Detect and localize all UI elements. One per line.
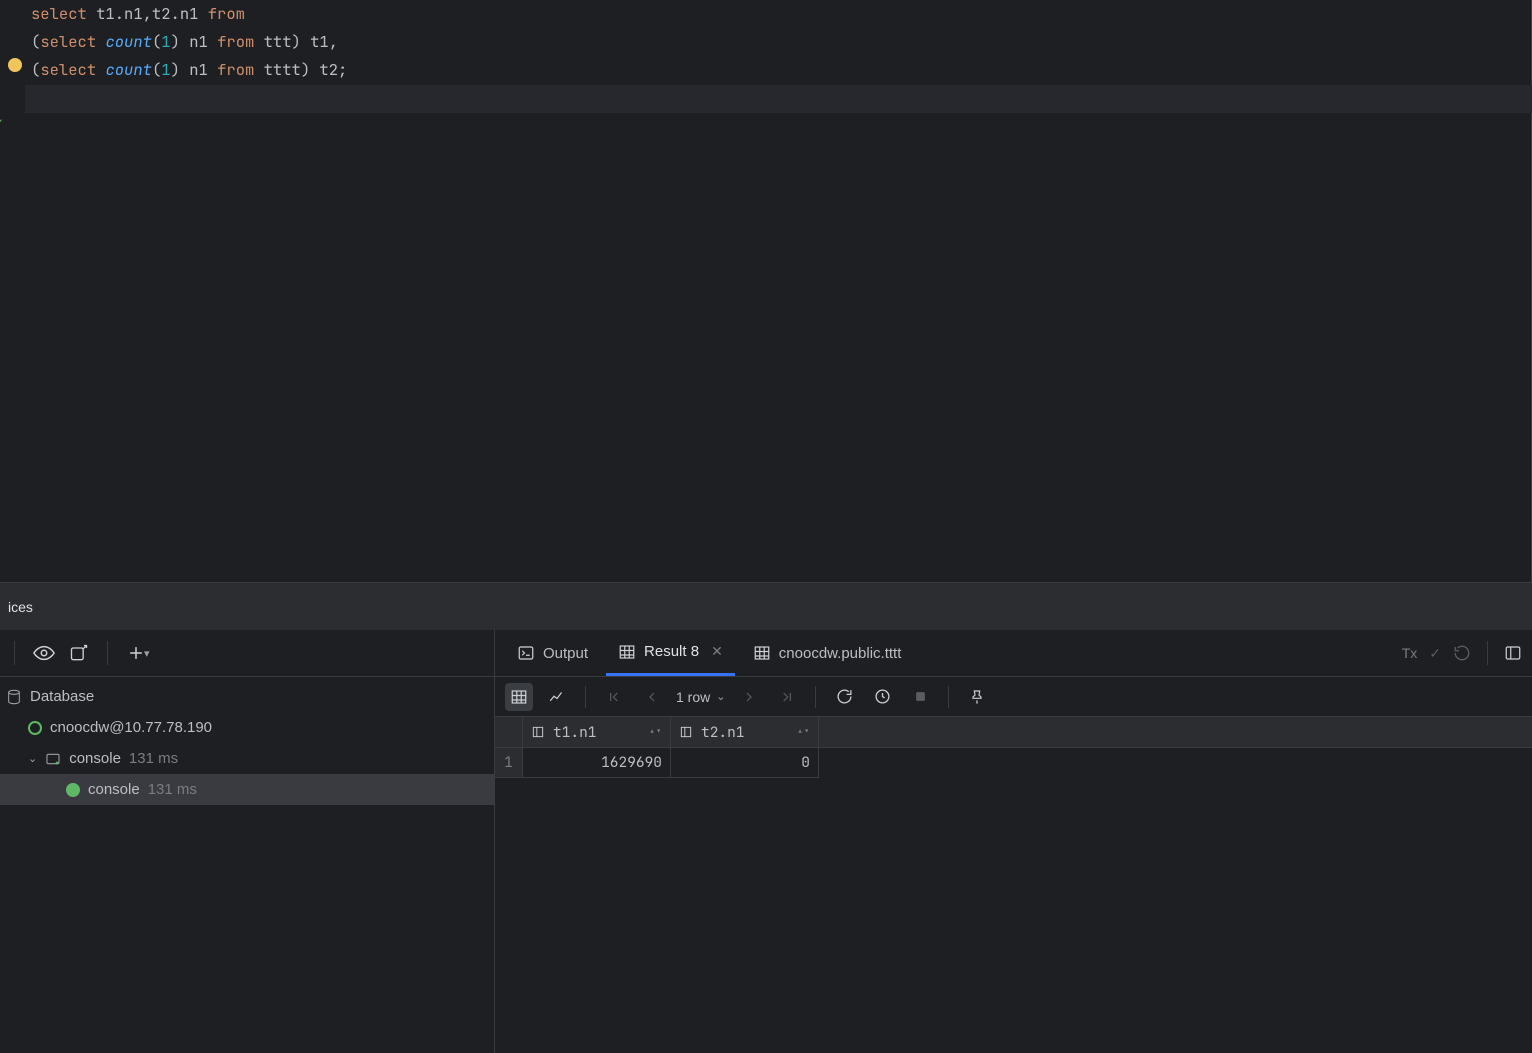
sort-icon[interactable]: ▴▾ — [649, 729, 662, 736]
sort-icon[interactable]: ▴▾ — [797, 729, 810, 736]
result-grid: t1.n1 ▴▾ t2.n1 ▴▾ 1 1629690 0 — [495, 717, 1532, 778]
status-ok-icon — [28, 721, 42, 735]
tab-output-label: Output — [543, 645, 588, 662]
row-count-label: 1 row — [676, 689, 710, 705]
status-ok-dot-icon — [66, 783, 80, 797]
database-icon — [6, 689, 22, 705]
services-tree: Database cnoocdw@10.77.78.190 ⌄ console … — [0, 677, 494, 809]
tree-root-database[interactable]: Database — [0, 681, 494, 712]
editor-pane: ✓ select t1.n1,t2.n1 from(select count(1… — [0, 0, 1532, 583]
grid-header: t1.n1 ▴▾ t2.n1 ▴▾ — [495, 717, 1532, 748]
tab-table[interactable]: cnoocdw.public.tttt — [741, 630, 914, 676]
grid-col1-label: t1.n1 — [553, 723, 597, 742]
tx-label[interactable]: Tx — [1402, 645, 1418, 661]
tree-folder-label: console — [69, 750, 121, 767]
next-page-button[interactable] — [735, 683, 763, 711]
chevron-down-icon: ⌄ — [716, 690, 725, 703]
services-left-pane: ▾ Database cnoocdw@10.77.78.190 ⌄ — [0, 630, 495, 1053]
editor-gutter: ✓ — [0, 0, 25, 582]
grid-col-header[interactable]: t2.n1 ▴▾ — [671, 717, 819, 747]
result-tabs: Output Result 8 ✕ cnoocdw.public.tttt Tx… — [495, 630, 1532, 677]
plus-icon[interactable]: ▾ — [126, 643, 150, 663]
table-icon — [753, 644, 771, 662]
grid-col-header[interactable]: t1.n1 ▴▾ — [523, 717, 671, 747]
grid-rownum: 1 — [495, 748, 523, 778]
prev-page-button[interactable] — [638, 683, 666, 711]
grid-corner — [495, 717, 523, 747]
grid-row[interactable]: 1 1629690 0 — [495, 748, 1532, 778]
tree-folder-console[interactable]: ⌄ console 131 ms — [0, 743, 494, 774]
services-left-toolbar: ▾ — [0, 630, 494, 677]
tree-connection[interactable]: cnoocdw@10.77.78.190 — [0, 712, 494, 743]
chevron-down-icon[interactable]: ⌄ — [28, 752, 37, 765]
tree-item-ms: 131 ms — [148, 781, 197, 798]
tree-root-label: Database — [30, 688, 94, 705]
rollback-icon[interactable] — [1453, 644, 1471, 662]
history-button[interactable] — [868, 683, 896, 711]
eye-icon[interactable] — [33, 642, 55, 664]
grid-cell[interactable]: 1629690 — [523, 748, 671, 778]
checkmark-icon: ✓ — [0, 116, 4, 130]
services-panel-title: ices — [8, 599, 33, 615]
grid-col2-label: t2.n1 — [701, 723, 745, 742]
tab-right-tools: Tx ✓ — [1402, 641, 1522, 665]
tree-folder-ms: 131 ms — [129, 750, 178, 767]
tab-output[interactable]: Output — [505, 630, 600, 676]
column-icon — [679, 725, 693, 739]
services-panel-header: ices — [0, 583, 1532, 630]
grid-cell[interactable]: 0 — [671, 748, 819, 778]
row-count[interactable]: 1 row ⌄ — [676, 689, 725, 705]
tree-connection-label: cnoocdw@10.77.78.190 — [50, 719, 212, 736]
layout-icon[interactable] — [1504, 644, 1522, 662]
last-page-button[interactable] — [773, 683, 801, 711]
new-tab-icon[interactable] — [69, 643, 89, 663]
services-right-pane: Output Result 8 ✕ cnoocdw.public.tttt Tx… — [495, 630, 1532, 1053]
services-panel-body: ▾ Database cnoocdw@10.77.78.190 ⌄ — [0, 630, 1532, 1053]
terminal-icon — [517, 644, 535, 662]
stop-button[interactable] — [906, 683, 934, 711]
tab-result-label: Result 8 — [644, 643, 699, 660]
close-icon[interactable]: ✕ — [711, 643, 723, 660]
console-folder-icon — [45, 751, 61, 767]
tree-item-console[interactable]: console 131 ms — [0, 774, 494, 805]
table-view-button[interactable] — [505, 683, 533, 711]
refresh-button[interactable] — [830, 683, 858, 711]
grid-toolbar: 1 row ⌄ — [495, 677, 1532, 717]
pin-button[interactable] — [963, 683, 991, 711]
table-icon — [618, 643, 636, 661]
lightbulb-icon[interactable] — [8, 58, 22, 72]
tab-result[interactable]: Result 8 ✕ — [606, 630, 735, 676]
column-icon — [531, 725, 545, 739]
tab-table-label: cnoocdw.public.tttt — [779, 645, 902, 662]
commit-check-icon[interactable]: ✓ — [1429, 645, 1441, 662]
code-area[interactable]: select t1.n1,t2.n1 from(select count(1) … — [25, 0, 1532, 582]
chart-view-button[interactable] — [543, 683, 571, 711]
tree-item-label: console — [88, 781, 140, 798]
first-page-button[interactable] — [600, 683, 628, 711]
